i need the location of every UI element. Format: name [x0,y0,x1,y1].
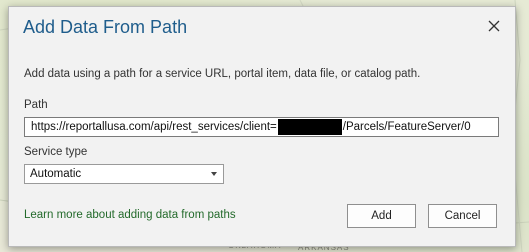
learn-more-link[interactable]: Learn more about adding data from paths [24,209,236,221]
service-type-dropdown[interactable]: Automatic [24,164,224,184]
service-type-selected: Automatic [30,168,82,180]
path-label: Path [24,99,48,111]
close-button[interactable] [483,15,505,37]
chevron-down-icon [211,172,217,176]
close-icon [488,20,500,32]
add-data-from-path-dialog: Add Data From Path Add data using a path… [8,6,516,247]
path-value-suffix: /Parcels/FeatureServer/0 [342,121,471,133]
cancel-button[interactable]: Cancel [428,204,497,228]
redacted-block [277,119,342,135]
add-button[interactable]: Add [347,204,416,228]
service-type-label: Service type [24,146,88,158]
path-input[interactable]: https://reportallusa.com/api/rest_servic… [24,117,499,137]
path-value-prefix: https://reportallusa.com/api/rest_servic… [31,121,277,133]
dialog-description: Add data using a path for a service URL,… [24,68,421,80]
dialog-title: Add Data From Path [23,17,188,37]
